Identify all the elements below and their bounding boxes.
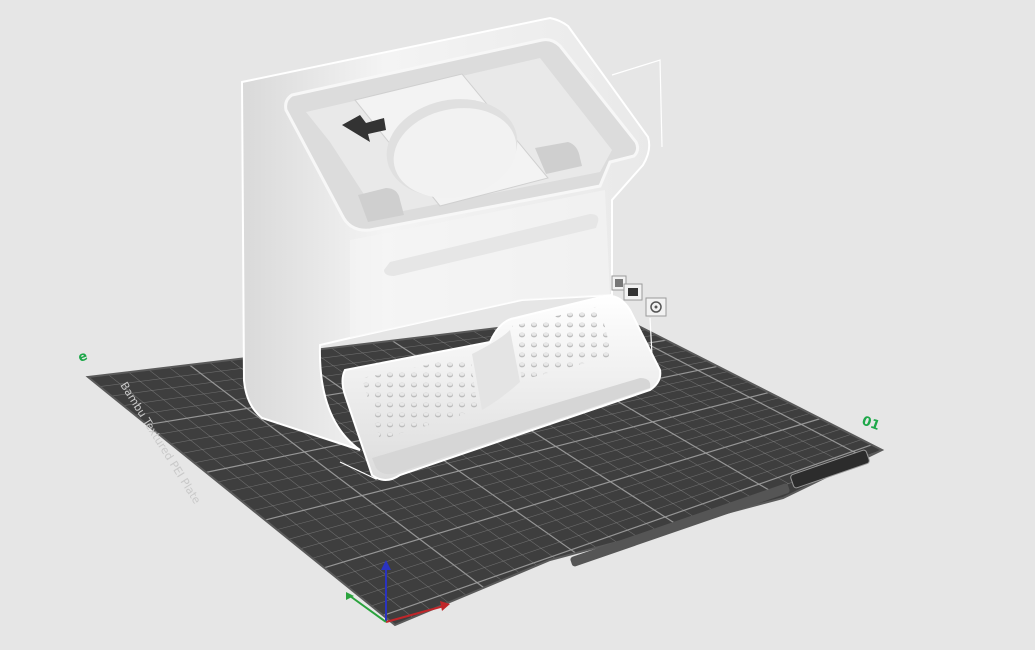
plate-number-right: 01: [860, 414, 882, 434]
3d-viewport[interactable]: Bambu Textured PEI Plate e 01: [0, 0, 1035, 650]
plate-number-left: e: [76, 349, 90, 366]
plate-settings-icon[interactable]: [645, 297, 667, 317]
plate-view-icon[interactable]: [623, 283, 643, 301]
